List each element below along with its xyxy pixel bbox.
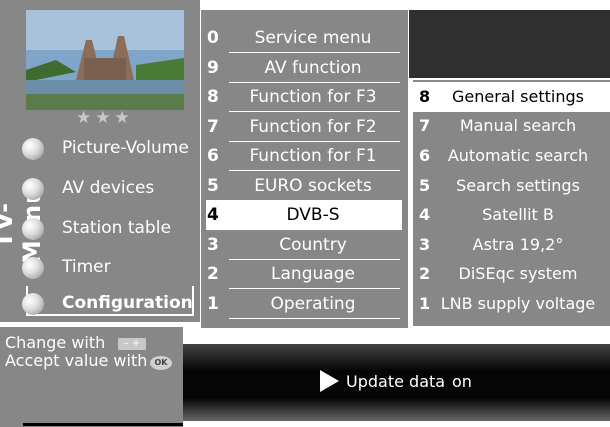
item-number: 4 xyxy=(419,205,431,224)
submenu-item-dvb-s[interactable]: 4 DVB-S xyxy=(201,203,408,231)
item-label: Function for F1 xyxy=(249,146,377,166)
submenu-item-operating[interactable]: 1 Operating xyxy=(201,292,408,320)
item-number: 5 xyxy=(419,176,431,195)
item-label: Function for F3 xyxy=(249,87,377,107)
minus-plus-key-icon: – + xyxy=(118,338,146,350)
divider xyxy=(229,259,400,260)
dvb-item-general-settings[interactable]: 8 General settings xyxy=(413,85,610,113)
submenu-item-function-f3[interactable]: 8 Function for F3 xyxy=(201,85,408,113)
item-label: AV function xyxy=(264,58,362,78)
menu-item-label: Station table xyxy=(62,218,171,238)
item-label: Operating xyxy=(270,294,356,314)
ball-icon xyxy=(22,138,44,160)
dvb-item-satellit-b[interactable]: 4 Satellit B xyxy=(413,203,610,231)
menu-item-label: Picture-Volume xyxy=(62,138,189,158)
menu-item-configuration[interactable]: Configuration xyxy=(22,291,198,317)
dvb-item-search-settings[interactable]: 5 Search settings xyxy=(413,174,610,202)
item-label: Automatic search xyxy=(447,146,589,165)
item-number: 6 xyxy=(419,146,431,165)
divider xyxy=(229,288,400,289)
right-top-panel xyxy=(409,10,610,78)
item-number: 8 xyxy=(419,87,431,106)
help-underline xyxy=(23,423,183,426)
update-data-value[interactable]: on xyxy=(452,370,472,394)
item-number: 0 xyxy=(207,28,219,48)
item-number: 8 xyxy=(207,87,219,107)
item-label: General settings xyxy=(452,87,584,106)
item-number: 7 xyxy=(207,117,219,137)
dvb-item-astra[interactable]: 3 Astra 19,2° xyxy=(413,233,610,261)
update-data-label: Update data xyxy=(346,372,446,391)
divider xyxy=(229,52,400,53)
divider xyxy=(229,200,400,201)
submenu-item-country[interactable]: 3 Country xyxy=(201,233,408,261)
menu-item-picture-volume[interactable]: Picture-Volume xyxy=(22,136,198,162)
dvb-item-lnb-supply-voltage[interactable]: 1 LNB supply voltage xyxy=(413,292,610,320)
divider xyxy=(229,170,400,171)
help-change-text: Change with xyxy=(5,333,106,352)
item-number: 1 xyxy=(207,294,219,314)
ball-icon xyxy=(22,218,44,240)
ok-key-icon: OK xyxy=(150,356,172,370)
item-label: Country xyxy=(279,235,347,255)
item-number: 2 xyxy=(419,264,431,283)
item-label: Search settings xyxy=(456,176,580,195)
help-accept-text: Accept value with xyxy=(5,351,148,370)
submenu-item-function-f2[interactable]: 7 Function for F2 xyxy=(201,115,408,143)
submenu-item-av-function[interactable]: 9 AV function xyxy=(201,56,408,84)
item-number: 5 xyxy=(207,176,219,196)
item-number: 1 xyxy=(419,294,431,313)
dvb-item-automatic-search[interactable]: 6 Automatic search xyxy=(413,144,610,172)
menu-item-label: Timer xyxy=(62,257,111,277)
item-label: LNB supply voltage xyxy=(440,294,596,313)
item-label: EURO sockets xyxy=(254,176,372,196)
submenu-item-euro-sockets[interactable]: 5 EURO sockets xyxy=(201,174,408,202)
item-number: 9 xyxy=(207,58,219,78)
item-number: 3 xyxy=(207,235,219,255)
item-label: Function for F2 xyxy=(249,117,377,137)
item-number: 2 xyxy=(207,264,219,284)
divider xyxy=(229,111,400,112)
item-label: DVB-S xyxy=(286,205,340,225)
item-number: 7 xyxy=(419,116,431,135)
divider xyxy=(229,318,400,319)
submenu-item-service-menu[interactable]: 0 Service menu xyxy=(201,26,408,54)
dvb-item-manual-search[interactable]: 7 Manual search xyxy=(413,114,610,142)
item-label: Manual search xyxy=(459,116,577,135)
menu-item-label: AV devices xyxy=(62,178,155,198)
item-number: 3 xyxy=(419,235,431,254)
item-label: Language xyxy=(271,264,355,284)
divider xyxy=(229,141,400,142)
menu-item-label: Configuration xyxy=(62,293,193,313)
rating-stars: ★★★ xyxy=(76,108,134,128)
item-number: 4 xyxy=(207,205,219,225)
item-label: DiSEqc system xyxy=(458,264,578,283)
menu-item-av-devices[interactable]: AV devices xyxy=(22,176,198,202)
submenu-item-language[interactable]: 2 Language xyxy=(201,262,408,290)
dvb-item-diseqc-system[interactable]: 2 DiSEqc system xyxy=(413,262,610,290)
top-strip xyxy=(229,0,610,10)
submenu-item-function-f1[interactable]: 6 Function for F1 xyxy=(201,144,408,172)
item-label: Astra 19,2° xyxy=(472,235,564,254)
menu-item-timer[interactable]: Timer xyxy=(22,255,198,281)
item-label: Service menu xyxy=(254,28,372,48)
item-label: Satellit B xyxy=(482,205,554,224)
channel-preview-thumbnail xyxy=(26,10,184,110)
item-number: 6 xyxy=(207,146,219,166)
ball-icon xyxy=(22,293,44,315)
divider xyxy=(229,82,400,83)
play-arrow-icon xyxy=(320,370,339,392)
menu-item-station-table[interactable]: Station table xyxy=(22,216,198,242)
ball-icon xyxy=(22,257,44,279)
ball-icon xyxy=(22,178,44,200)
